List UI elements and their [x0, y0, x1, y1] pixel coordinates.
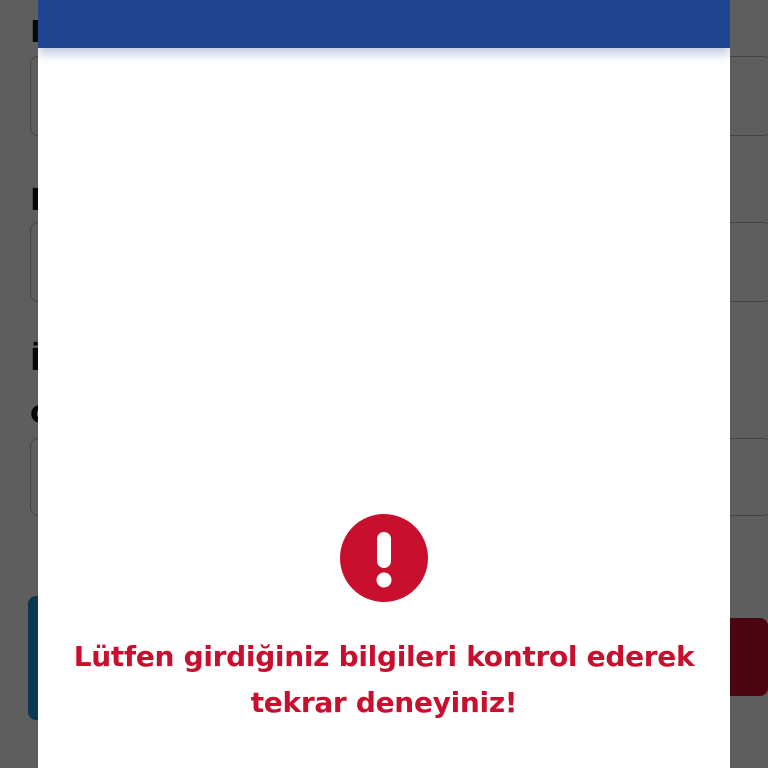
error-dialog: Lütfen girdiğiniz bilgileri kontrol eder…: [38, 0, 730, 768]
error-message-line-2: tekrar deneyiniz!: [250, 686, 518, 719]
error-message-line-1: Lütfen girdiğiniz bilgileri kontrol eder…: [73, 640, 695, 673]
dialog-header: [38, 0, 730, 48]
exclamation-circle-icon: [340, 514, 428, 602]
error-message: Lütfen girdiğiniz bilgileri kontrol eder…: [38, 634, 730, 726]
